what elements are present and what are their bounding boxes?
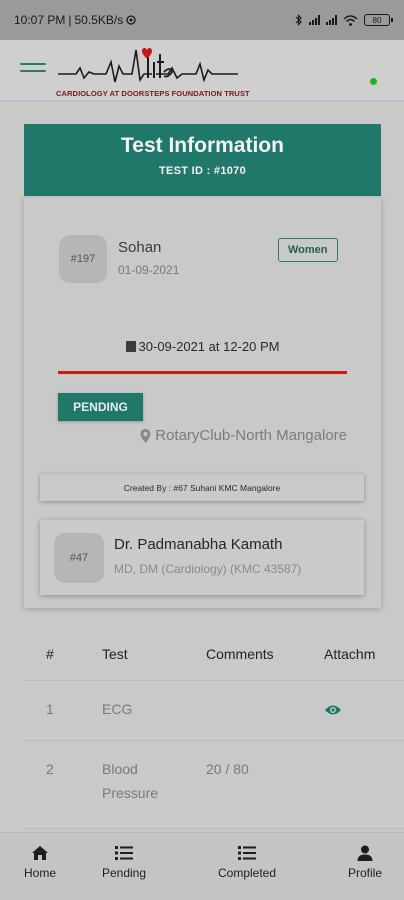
- table-row: 2 Blood Pressure 20 / 80: [24, 741, 404, 829]
- status-time: 10:07 PM: [14, 13, 66, 27]
- patient-name: Sohan: [118, 239, 162, 256]
- nav-profile-label: Profile: [347, 866, 382, 880]
- eye-icon[interactable]: [324, 703, 342, 717]
- patient-category-badge: Women: [278, 238, 338, 262]
- location-pin-icon: [140, 428, 151, 443]
- person-icon: [357, 845, 373, 861]
- nav-home[interactable]: Home: [20, 845, 60, 880]
- divider: [58, 371, 347, 374]
- row-num: 1: [46, 701, 54, 717]
- table-header-row: # Test Comments Attachm: [24, 629, 404, 681]
- calendar-icon: [125, 341, 136, 352]
- status-button[interactable]: PENDING: [58, 393, 143, 421]
- home-icon: [32, 846, 48, 860]
- list-icon: [115, 846, 133, 860]
- ecg-logo-graphic: [58, 48, 238, 83]
- status-bar: 10:07 PM | 50.5KB/s 80: [0, 0, 404, 40]
- nav-pending[interactable]: Pending: [98, 845, 150, 880]
- test-information-page: Test Information TEST ID : #1070 #197 So…: [0, 104, 404, 832]
- app-bar: CARDIOLOGY AT DOORSTEPS FOUNDATION TRUST: [0, 40, 404, 102]
- row-test: ECG: [102, 701, 133, 717]
- nav-completed[interactable]: Completed: [212, 845, 282, 880]
- patient-id: #197: [70, 253, 96, 265]
- app-logo: CARDIOLOGY AT DOORSTEPS FOUNDATION TRUST: [56, 42, 250, 98]
- patient-avatar: #197: [59, 235, 107, 283]
- bottom-navigation: Home Pending Completed Profile: [0, 832, 404, 900]
- nav-profile[interactable]: Profile: [343, 845, 387, 880]
- bluetooth-icon: [295, 14, 302, 26]
- test-location: RotaryClub-North Mangalore: [140, 427, 347, 444]
- doctor-avatar: #47: [54, 533, 104, 583]
- battery-icon: 80: [364, 14, 393, 26]
- nav-home-label: Home: [23, 866, 56, 880]
- status-right: 80: [295, 14, 393, 26]
- online-status-dot: [370, 78, 377, 85]
- doctor-qualification: MD, DM (Cardiology) (KMC 43587): [114, 562, 302, 576]
- created-by-label: Created By : #67 Suhani KMC Mangalore: [40, 474, 364, 501]
- test-schedule: 30-09-2021 at 12-20 PM: [24, 339, 381, 354]
- list-icon: [238, 846, 256, 860]
- tests-table: # Test Comments Attachm 1 ECG 2 Blood Pr…: [24, 629, 404, 829]
- test-header: Test Information TEST ID : #1070: [24, 124, 381, 196]
- test-id: TEST ID : #1070: [158, 165, 247, 177]
- nav-pending-label: Pending: [101, 866, 147, 880]
- nav-completed-label: Completed: [217, 866, 277, 880]
- doctor-name: Dr. Padmanabha Kamath: [114, 536, 283, 553]
- data-saver-icon: [126, 15, 136, 25]
- row-comment: 20 / 80: [206, 761, 249, 777]
- table-row: 1 ECG: [24, 681, 404, 741]
- doctor-card[interactable]: #47 Dr. Padmanabha Kamath MD, DM (Cardio…: [40, 520, 364, 595]
- row-test: Blood Pressure: [102, 761, 159, 801]
- location-text: RotaryClub-North Mangalore: [155, 427, 347, 444]
- test-details-card: #197 Sohan 01-09-2021 Women 30-09-2021 a…: [24, 198, 381, 608]
- column-header-num: #: [46, 646, 54, 662]
- status-left: 10:07 PM | 50.5KB/s: [14, 13, 136, 27]
- logo-tagline: CARDIOLOGY AT DOORSTEPS FOUNDATION TRUST: [56, 89, 250, 98]
- doctor-id: #47: [69, 552, 89, 564]
- patient-date: 01-09-2021: [118, 263, 180, 277]
- column-header-comments: Comments: [206, 646, 274, 662]
- network-speed: 50.5KB/s: [74, 13, 124, 27]
- menu-button[interactable]: [20, 63, 46, 79]
- signal-icon: [309, 15, 320, 25]
- column-header-test: Test: [102, 646, 128, 662]
- signal-icon-2: [326, 15, 337, 25]
- schedule-text: 30-09-2021 at 12-20 PM: [138, 339, 280, 354]
- column-header-attachment: Attachm: [324, 646, 376, 662]
- page-title: Test Information: [121, 134, 284, 157]
- wifi-icon: [343, 14, 358, 26]
- row-num: 2: [46, 761, 54, 777]
